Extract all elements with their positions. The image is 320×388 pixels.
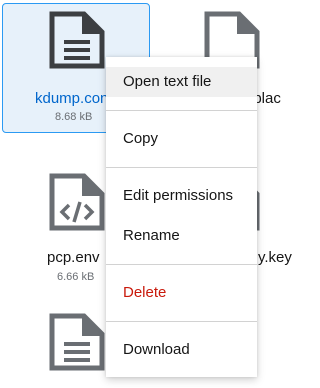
- menu-item-download[interactable]: Download: [106, 335, 257, 365]
- menu-item-open-text-file[interactable]: Open text file: [106, 67, 257, 97]
- context-menu: Open text file Copy Edit permissions Ren…: [106, 57, 257, 377]
- menu-item-edit-permissions[interactable]: Edit permissions: [106, 181, 257, 211]
- menu-divider: [106, 264, 257, 265]
- text-file-icon: [49, 313, 105, 371]
- menu-divider: [106, 110, 257, 111]
- menu-divider: [106, 167, 257, 168]
- menu-divider: [106, 321, 257, 322]
- menu-item-rename[interactable]: Rename: [106, 221, 257, 251]
- menu-item-copy[interactable]: Copy: [106, 124, 257, 154]
- menu-item-delete[interactable]: Delete: [106, 278, 257, 308]
- text-file-icon: [49, 11, 105, 69]
- code-file-icon: [49, 173, 105, 231]
